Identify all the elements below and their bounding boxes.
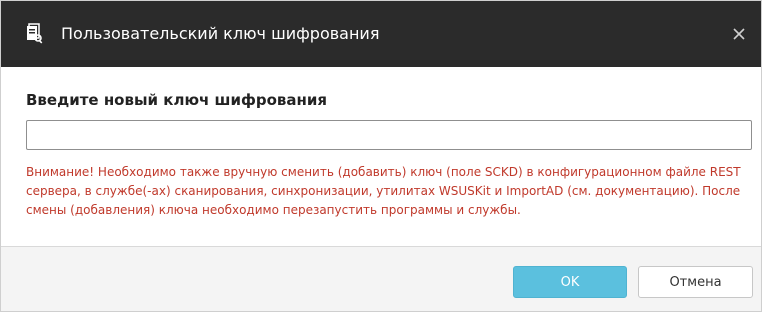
- dialog-footer: OK Отмена: [1, 247, 761, 311]
- encryption-key-dialog: Пользовательский ключ шифрования Введите…: [0, 0, 762, 312]
- dialog-body: Введите новый ключ шифрования Внимание! …: [1, 67, 761, 246]
- cancel-button[interactable]: Отмена: [638, 266, 753, 298]
- dialog-titlebar: Пользовательский ключ шифрования: [1, 1, 761, 67]
- close-icon: [733, 28, 745, 40]
- dialog-title: Пользовательский ключ шифрования: [61, 24, 380, 43]
- close-button[interactable]: [725, 20, 753, 48]
- warning-text: Внимание! Необходимо также вручную смени…: [26, 165, 741, 217]
- ok-button[interactable]: OK: [513, 266, 627, 298]
- encryption-key-input[interactable]: [26, 120, 752, 150]
- document-key-icon: [23, 23, 45, 45]
- key-input-heading: Введите новый ключ шифрования: [26, 91, 328, 109]
